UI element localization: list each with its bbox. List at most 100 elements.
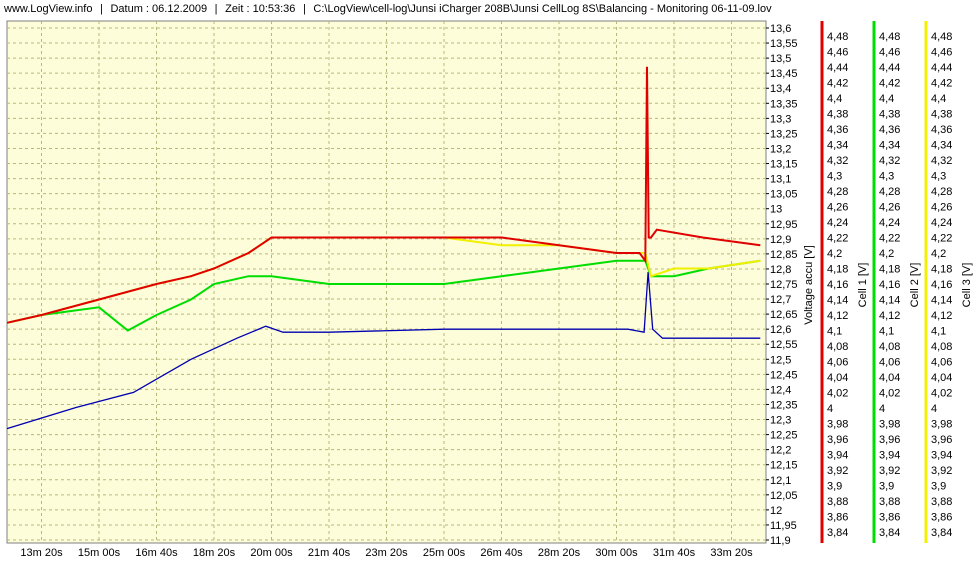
cell3-tick-label: 4,24 — [931, 217, 952, 229]
cell3-tick-label: 3,88 — [931, 496, 952, 508]
voltage-tick-label: 13,1 — [770, 174, 791, 186]
voltage-tick-label: 12,4 — [770, 384, 791, 396]
cell3-tick-label: 4,3 — [931, 170, 946, 182]
cell3-tick-label: 4,22 — [931, 232, 952, 244]
cell1-tick-label: 4,2 — [827, 248, 842, 260]
cell2-tick-label: 4,02 — [879, 388, 900, 400]
cell2-tick-label: 3,98 — [879, 419, 900, 431]
cell3-axis-label: Cell 3 [V] — [961, 263, 973, 308]
voltage-tick-label: 12,95 — [770, 219, 798, 231]
cell3-tick-label: 3,96 — [931, 434, 952, 446]
cell1-tick-label: 4,32 — [827, 155, 848, 167]
cell3-tick-label: 4,44 — [931, 62, 952, 74]
cell1-tick-label: 3,86 — [827, 512, 848, 524]
x-tick-label: 23m 20s — [365, 547, 408, 559]
cell2-tick-label: 4,38 — [879, 108, 900, 120]
chart: 13m 20s 15m 00s 16m 40s 18m 20s 20m 00s 21m 4… — [6, 20, 973, 559]
voltage-tick-label: 12,6 — [770, 324, 791, 336]
cell2-tick-label: 4,16 — [879, 279, 900, 291]
cell2-tick-label: 3,92 — [879, 465, 900, 477]
cell1-tick-label: 4,38 — [827, 108, 848, 120]
cell3-tick-label: 4,02 — [931, 388, 952, 400]
x-tick-label: 20m 00s — [250, 547, 293, 559]
voltage-tick-label: 12,65 — [770, 309, 798, 321]
voltage-tick-label: 12,8 — [770, 264, 791, 276]
cell1-tick-label: 4,42 — [827, 77, 848, 89]
voltage-tick-label: 12,7 — [770, 294, 791, 306]
cell1-tick-label: 4,34 — [827, 139, 848, 151]
cell2-tick-label: 4,28 — [879, 186, 900, 198]
cell3-tick-label: 4,1 — [931, 326, 946, 338]
x-tick-label: 21m 40s — [308, 547, 351, 559]
cell3-tick-label: 4,16 — [931, 279, 952, 291]
cell3-tick-label: 4,26 — [931, 201, 952, 213]
x-tick-label: 13m 20s — [20, 547, 63, 559]
cell3-tick-label: 3,94 — [931, 450, 952, 462]
cell2-axis-label: Cell 2 [V] — [909, 263, 921, 308]
cell1-tick-label: 4,4 — [827, 93, 842, 105]
cell1-tick-label: 4,06 — [827, 357, 848, 369]
cell3-tick-label: 4,06 — [931, 357, 952, 369]
cell3-tick-label: 4,34 — [931, 139, 952, 151]
cell2-tick-label: 3,84 — [879, 527, 900, 539]
cell1-tick-label: 3,84 — [827, 527, 848, 539]
cell1-tick-label: 4,22 — [827, 232, 848, 244]
voltage-tick-label: 12,1 — [770, 475, 791, 487]
cell3-tick-label: 4 — [931, 403, 937, 415]
cell1-tick-label: 4,36 — [827, 124, 848, 136]
voltage-tick-label: 13,05 — [770, 189, 798, 201]
cell1-tick-label: 3,98 — [827, 419, 848, 431]
voltage-tick-label: 12,2 — [770, 445, 791, 457]
x-tick-label: 33m 20s — [710, 547, 753, 559]
cell3-tick-label: 4,04 — [931, 372, 952, 384]
cell2-tick-label: 4,22 — [879, 232, 900, 244]
cell3-tick-label: 4,2 — [931, 248, 946, 260]
x-tick-label: 31m 40s — [653, 547, 696, 559]
voltage-tick-label: 12,55 — [770, 339, 798, 351]
cell2-tick-label: 3,86 — [879, 512, 900, 524]
cell1-tick-label: 4,18 — [827, 263, 848, 275]
cell2-tick-label: 4,36 — [879, 124, 900, 136]
voltage-tick-label: 12,45 — [770, 369, 798, 381]
cell1-tick-label: 4,24 — [827, 217, 848, 229]
cell3-tick-label: 4,48 — [931, 31, 952, 43]
cell3-tick-label: 4,38 — [931, 108, 952, 120]
voltage-tick-label: 12,9 — [770, 234, 791, 246]
cell2-tick-label: 3,94 — [879, 450, 900, 462]
cell3-tick-label: 4,18 — [931, 263, 952, 275]
voltage-tick-label: 12,05 — [770, 490, 798, 502]
cell2-tick-label: 3,96 — [879, 434, 900, 446]
cell1-tick-label: 4,44 — [827, 62, 848, 74]
cell3-tick-label: 3,9 — [931, 481, 946, 493]
voltage-tick-label: 13,55 — [770, 38, 798, 50]
cell1-tick-label: 4,02 — [827, 388, 848, 400]
x-axis: 13m 20s 15m 00s 16m 40s 18m 20s 20m 00s 21m 4… — [20, 547, 753, 559]
voltage-tick-label: 13 — [770, 204, 782, 216]
x-tick-label: 30m 00s — [595, 547, 638, 559]
cell2-tick-label: 4,18 — [879, 263, 900, 275]
cell1-tick-label: 4,12 — [827, 310, 848, 322]
cell3-tick-label: 4,14 — [931, 295, 952, 307]
cell2-tick-label: 4,24 — [879, 217, 900, 229]
cell2-tick-label: 4,06 — [879, 357, 900, 369]
voltage-tick-label: 12,85 — [770, 249, 798, 261]
cell3-tick-label: 4,4 — [931, 93, 946, 105]
cell2-tick-label: 3,9 — [879, 481, 894, 493]
x-tick-label: 15m 00s — [78, 547, 121, 559]
cell2-tick-label: 4 — [879, 403, 885, 415]
cell2-tick-label: 4,3 — [879, 170, 894, 182]
cell1-tick-label: 4,1 — [827, 326, 842, 338]
cell1-tick-label: 4,46 — [827, 46, 848, 58]
voltage-tick-label: 11,95 — [770, 520, 797, 532]
voltage-tick-label: 13,4 — [770, 83, 791, 95]
x-tick-label: 25m 00s — [423, 547, 466, 559]
voltage-tick-label: 13,15 — [770, 159, 798, 171]
cell1-tick-label: 3,88 — [827, 496, 848, 508]
voltage-tick-label: 13,3 — [770, 113, 791, 125]
cell2-tick-label: 4,08 — [879, 341, 900, 353]
cell2-tick-label: 4,48 — [879, 31, 900, 43]
voltage-axis-label: Voltage accu [V] — [803, 245, 815, 325]
cell2-tick-label: 4,46 — [879, 46, 900, 58]
x-tick-label: 16m 40s — [135, 547, 178, 559]
cell3-tick-label: 3,92 — [931, 465, 952, 477]
